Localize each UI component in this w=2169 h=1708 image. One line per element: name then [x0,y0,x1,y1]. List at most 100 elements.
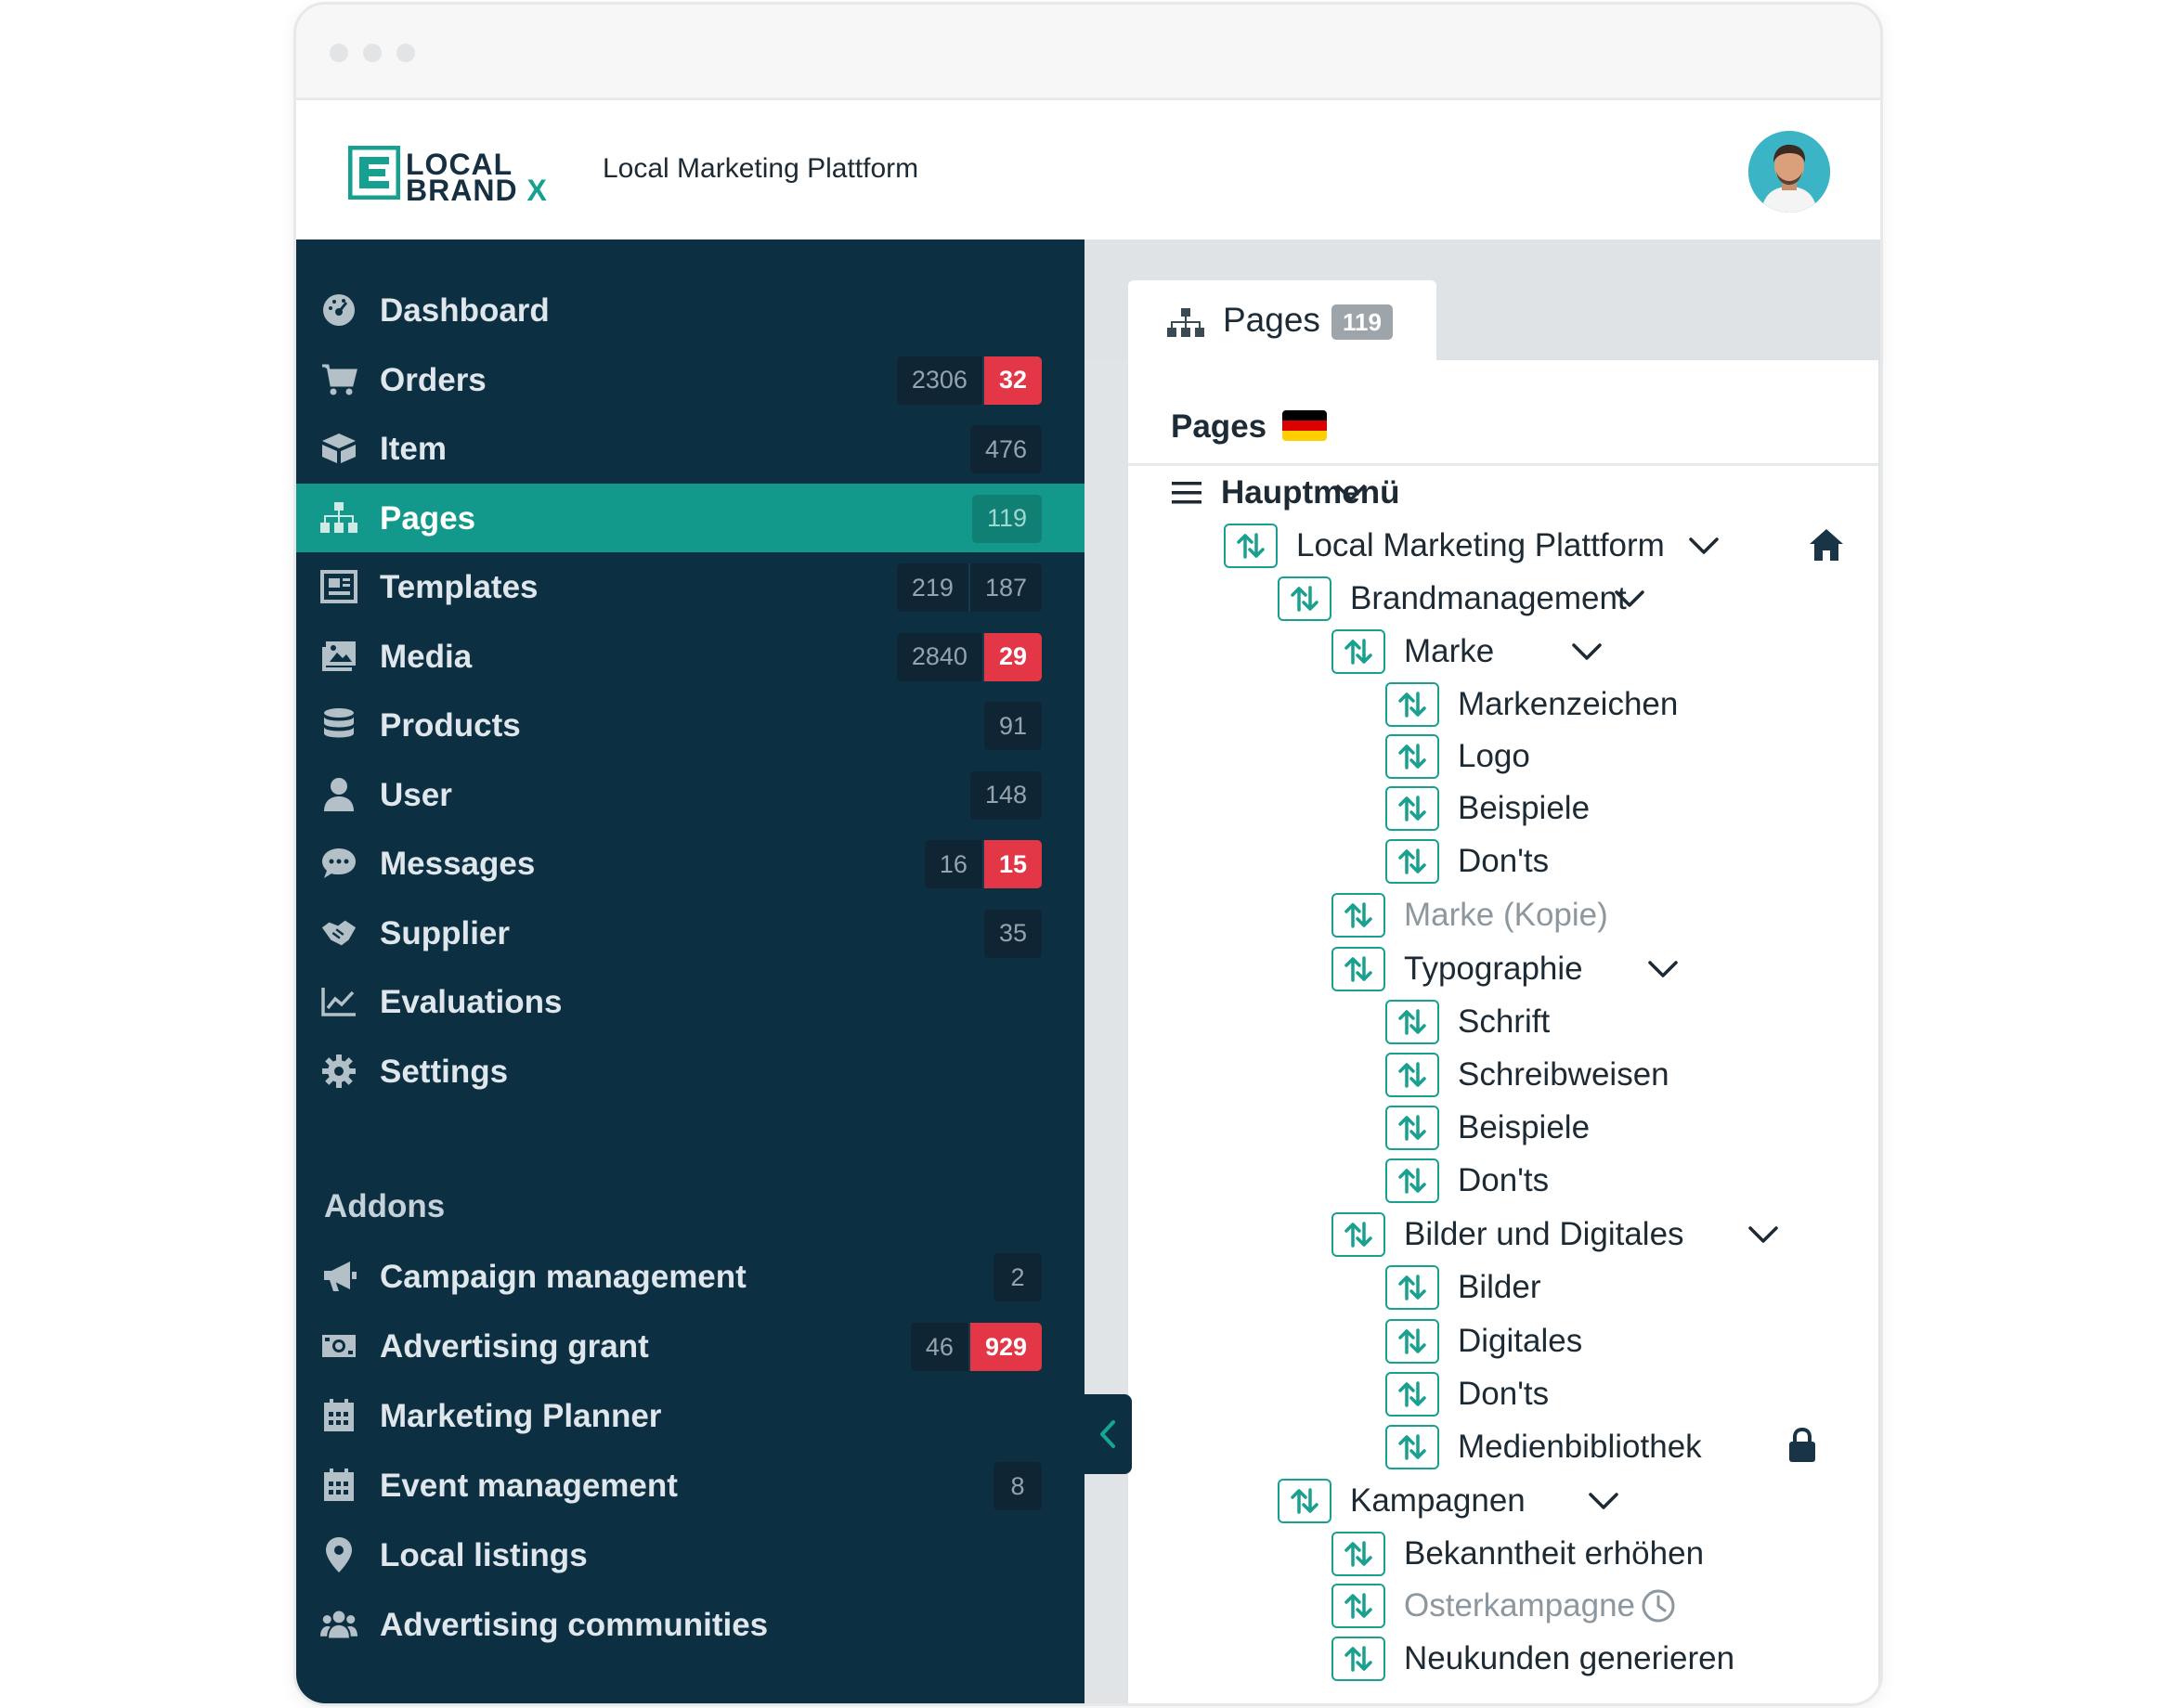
sort-arrows-icon[interactable] [1224,524,1278,568]
tree-node[interactable]: Digitales [1385,1317,1582,1365]
window-close-dot[interactable] [330,44,348,62]
sidebar-item-supplier[interactable]: Supplier 35 [296,899,1084,967]
tree-node[interactable]: Don'ts [1385,1157,1549,1205]
count-badge: 2840 [896,632,982,681]
tree-node[interactable]: Bilder [1385,1263,1540,1312]
sidebar-item-advertising-grant[interactable]: Advertising grant 46 929 [296,1312,1084,1380]
tree-node[interactable]: Don'ts [1385,837,1549,886]
sort-arrows-icon[interactable] [1385,1000,1439,1044]
sidebar-item-user[interactable]: User 148 [296,760,1084,829]
sort-arrows-icon[interactable] [1278,576,1331,621]
tree-node-label: Beispiele [1458,1109,1591,1145]
chevron-down-icon[interactable] [1644,952,1682,986]
tree-node[interactable]: Medienbibliothek [1385,1423,1702,1471]
tree-node[interactable]: Schreibweisen [1385,1051,1669,1099]
tree-node-label: Bekanntheit erhöhen [1404,1535,1705,1572]
sidebar-item-dashboard[interactable]: Dashboard [296,276,1084,344]
template-icon [320,569,357,604]
tree-node-label: Markenzeichen [1458,686,1679,722]
sidebar-item-label: Marketing Planner [380,1398,662,1434]
sort-arrows-icon[interactable] [1385,1425,1439,1469]
sidebar-item-event-management[interactable]: Event management 8 [296,1451,1084,1520]
sort-arrows-icon[interactable] [1331,893,1385,938]
sort-arrows-icon[interactable] [1385,786,1439,831]
sidebar-item-label: Messages [380,846,536,882]
sidebar-item-campaign-management[interactable]: Campaign management 2 [296,1242,1084,1311]
tree-node[interactable]: Bekanntheit erhöhen [1331,1530,1704,1578]
sort-arrows-icon[interactable] [1331,947,1385,991]
sort-arrows-icon[interactable] [1331,1584,1385,1628]
tree-node[interactable]: Schrift [1385,998,1550,1046]
tree-node[interactable]: Logo [1385,732,1530,781]
sort-arrows-icon[interactable] [1331,629,1385,674]
tree-node[interactable]: Typographie [1331,945,1583,993]
logo-mark-icon [348,146,400,200]
tree-node[interactable]: Markenzeichen [1385,680,1678,729]
megaphone-icon [320,1259,357,1294]
count-badge: 16 [924,840,982,888]
tab-pages[interactable]: Pages 119 [1128,280,1436,360]
sort-arrows-icon[interactable] [1331,1532,1385,1576]
alert-count-badge: 15 [981,840,1042,888]
sort-arrows-icon[interactable] [1385,682,1439,727]
tree-node[interactable]: Kampagnen [1278,1477,1526,1525]
sidebar-collapse-button[interactable] [1084,1394,1132,1474]
tree-node[interactable]: Beispiele [1385,784,1590,833]
sort-arrows-icon[interactable] [1385,1319,1439,1364]
brand-logo[interactable]: LOCAL BRAND X [348,144,552,207]
sort-arrows-icon[interactable] [1331,1637,1385,1681]
chevron-down-icon[interactable] [1685,529,1722,563]
sidebar-item-item[interactable]: Item 476 [296,414,1084,483]
sort-arrows-icon[interactable] [1331,1212,1385,1257]
sort-arrows-icon[interactable] [1385,734,1439,779]
sort-arrows-icon[interactable] [1385,1265,1439,1310]
chevron-down-icon[interactable] [1745,1218,1782,1251]
sidebar-item-orders[interactable]: Orders 2306 32 [296,345,1084,414]
sidebar-item-media[interactable]: Media 2840 29 [296,622,1084,691]
tree-node[interactable]: Marke [1331,628,1494,676]
sort-arrows-icon[interactable] [1385,839,1439,884]
sidebar-item-local-listings[interactable]: Local listings [296,1520,1084,1589]
sidebar-item-label: Item [380,431,447,467]
cart-icon [320,362,357,397]
sort-arrows-icon[interactable] [1385,1158,1439,1203]
tree-node[interactable]: Neukunden generieren [1331,1635,1734,1683]
sort-arrows-icon[interactable] [1385,1053,1439,1097]
chevron-down-icon[interactable] [1585,1484,1622,1518]
window-minimize-dot[interactable] [363,44,382,62]
count-badge: 187 [968,563,1042,612]
sidebar-item-label: Templates [380,569,539,605]
tree-node[interactable]: Osterkampagne [1331,1582,1676,1630]
sort-arrows-icon[interactable] [1278,1479,1331,1523]
sidebar-item-evaluations[interactable]: Evaluations [296,967,1084,1036]
sort-arrows-icon[interactable] [1385,1372,1439,1417]
users-icon [320,1607,357,1642]
tree-node[interactable]: Don'ts [1385,1370,1549,1418]
sort-arrows-icon[interactable] [1385,1106,1439,1150]
tree-node[interactable]: Beispiele [1385,1104,1590,1152]
chevron-down-icon[interactable] [1332,476,1370,510]
tree-node[interactable]: Local Marketing Plattform [1224,522,1665,570]
german-flag-icon[interactable] [1282,410,1327,441]
user-avatar[interactable] [1748,131,1830,213]
window-maximize-dot[interactable] [396,44,415,62]
count-badges: 2306 32 [896,356,1042,405]
tree-node[interactable]: Bilder und Digitales [1331,1210,1684,1259]
clock-icon [1635,1588,1676,1624]
sidebar-item-messages[interactable]: Messages 16 15 [296,829,1084,898]
chevron-down-icon[interactable] [1568,635,1605,668]
sidebar-item-settings[interactable]: Settings [296,1037,1084,1106]
sidebar-item-templates[interactable]: Templates 219 187 [296,552,1084,621]
tree-node[interactable]: Brandmanagement [1278,575,1627,623]
sidebar-item-pages[interactable]: Pages 119 [296,483,1084,552]
tree-node-label: Brandmanagement [1350,580,1627,616]
sidebar-item-products[interactable]: Products 91 [296,691,1084,759]
sidebar-item-marketing-planner[interactable]: Marketing Planner [296,1381,1084,1450]
chart-line-icon [320,984,357,1019]
chevron-down-icon[interactable] [1611,582,1648,615]
tree-node[interactable]: Marke (Kopie) [1331,891,1608,939]
tab-bar: Pages 119 [1084,239,1880,360]
sidebar-item-label: Campaign management [380,1259,747,1295]
tree-node-label: Bilder und Digitales [1404,1216,1684,1252]
sidebar-item-advertising-communities[interactable]: Advertising communities [296,1590,1084,1659]
